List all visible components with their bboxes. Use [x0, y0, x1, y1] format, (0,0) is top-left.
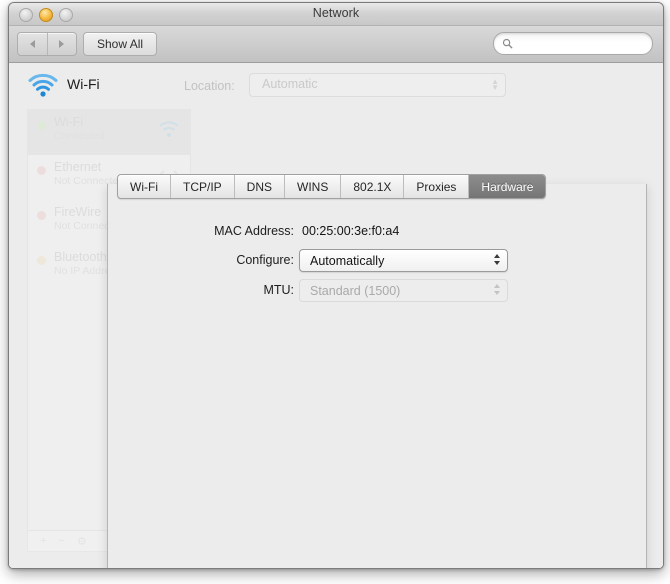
service-name: Wi-Fi [67, 76, 100, 92]
status-dot-icon [37, 256, 46, 265]
show-all-label: Show All [97, 37, 144, 51]
configure-label: Configure: [236, 253, 294, 267]
tab-label: Wi-Fi [130, 179, 158, 194]
location-popup-button[interactable]: Automatic ▲ ▼ [249, 73, 506, 97]
chevron-updown-icon [494, 284, 500, 295]
chevron-updown-icon: ▲ ▼ [491, 77, 499, 92]
tab-wifi[interactable]: Wi-Fi [118, 175, 171, 198]
mac-address-label: MAC Address: [214, 224, 294, 238]
search-input[interactable] [493, 32, 653, 55]
remove-service-button[interactable]: − [58, 535, 64, 547]
window-title: Network [312, 6, 360, 20]
tab-proxies[interactable]: Proxies [404, 175, 470, 198]
show-all-button[interactable]: Show All [83, 32, 158, 56]
status-dot-icon [37, 211, 46, 220]
tab-label: Proxies [416, 179, 457, 194]
configure-value: Automatically [310, 253, 385, 268]
chevron-left-icon [29, 40, 35, 48]
hardware-settings-sheet [107, 184, 647, 568]
add-service-button[interactable]: + [40, 535, 46, 547]
wifi-small-icon [159, 121, 179, 137]
tab-tcpip[interactable]: TCP/IP [171, 175, 235, 198]
tab-8021x[interactable]: 802.1X [341, 175, 405, 198]
tab-hardware[interactable]: Hardware [469, 175, 546, 198]
mtu-label: MTU: [263, 283, 294, 297]
tab-label: Hardware [481, 179, 534, 194]
mtu-value: Standard (1500) [310, 283, 401, 298]
navigation-buttons [17, 32, 77, 56]
window-titlebar: Network [9, 3, 663, 26]
forward-button[interactable] [48, 33, 77, 55]
preferences-content: Wi-Fi Location: Automatic ▲ ▼ Wi-Fi Conne… [9, 63, 663, 568]
tab-dns[interactable]: DNS [235, 175, 285, 198]
sidebar-item-wifi[interactable]: Wi-Fi Connected [28, 110, 190, 155]
location-value: Automatic [262, 77, 318, 91]
tab-label: 802.1X [353, 179, 392, 194]
configure-popup-button[interactable]: Automatically [299, 249, 508, 272]
window-toolbar: Show All [9, 26, 663, 63]
status-dot-icon [37, 166, 46, 175]
tab-label: DNS [246, 179, 272, 194]
location-label: Location: [184, 79, 235, 93]
status-dot-icon [37, 121, 46, 130]
back-button[interactable] [18, 33, 48, 55]
search-icon [502, 38, 513, 49]
wifi-icon [28, 73, 58, 97]
mtu-popup-button[interactable]: Standard (1500) [299, 279, 508, 302]
service-header: Wi-Fi Location: Automatic ▲ ▼ [9, 63, 663, 109]
tab-label: WINS [297, 179, 329, 194]
tab-label: TCP/IP [182, 179, 222, 194]
network-preferences-window: Network Show All Wi-Fi Location: Automat… [8, 2, 664, 569]
mac-address-value: 00:25:00:3e:f0:a4 [302, 224, 400, 238]
chevron-updown-icon [494, 254, 500, 265]
sheet-tabbar: Wi-Fi TCP/IP DNS WINS 802.1X Proxies Har… [117, 174, 547, 199]
tab-wins[interactable]: WINS [285, 175, 342, 198]
chevron-right-icon [59, 40, 65, 48]
gear-icon[interactable]: ⚙ [77, 535, 87, 548]
